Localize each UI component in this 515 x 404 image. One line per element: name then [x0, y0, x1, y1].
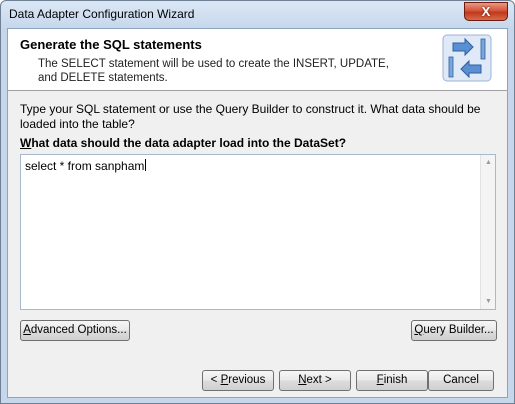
sql-question-label: What data should the data adapter load i… [20, 136, 346, 150]
page-title: Generate the SQL statements [20, 37, 202, 52]
previous-button[interactable]: < Previous [202, 370, 274, 391]
page-description: The SELECT statement will be used to cre… [38, 58, 389, 84]
cancel-button[interactable]: Cancel [428, 370, 494, 391]
question-mnemonic: W [20, 136, 32, 150]
dialog-client-area: Generate the SQL statements The SELECT s… [7, 28, 508, 398]
text-caret [145, 159, 147, 171]
vertical-scrollbar[interactable]: ▲ ▼ [480, 155, 495, 309]
scroll-up-arrow-icon[interactable]: ▲ [485, 159, 492, 166]
close-icon: X [481, 4, 491, 19]
wizard-header: Generate the SQL statements The SELECT s… [8, 29, 507, 91]
title-bar[interactable]: Data Adapter Configuration Wizard X [1, 1, 514, 27]
question-text: hat data should the data adapter load in… [31, 136, 347, 150]
sql-table-arrows-icon [442, 34, 492, 82]
advanced-options-button[interactable]: Advanced Options... [20, 320, 130, 341]
next-button[interactable]: Next > [279, 370, 351, 391]
window-title: Data Adapter Configuration Wizard [9, 7, 195, 21]
sql-statement-textarea[interactable]: select * from sanpham ▲ ▼ [20, 154, 496, 310]
sql-text-value[interactable]: select * from sanpham [25, 159, 147, 173]
close-button[interactable]: X [464, 2, 508, 21]
wizard-window: Data Adapter Configuration Wizard X Gene… [0, 0, 515, 404]
instructions-text: Type your SQL statement or use the Query… [20, 102, 481, 131]
finish-button[interactable]: Finish [356, 370, 428, 391]
scroll-down-arrow-icon[interactable]: ▼ [485, 298, 492, 305]
query-builder-button[interactable]: Query Builder... [411, 320, 497, 341]
